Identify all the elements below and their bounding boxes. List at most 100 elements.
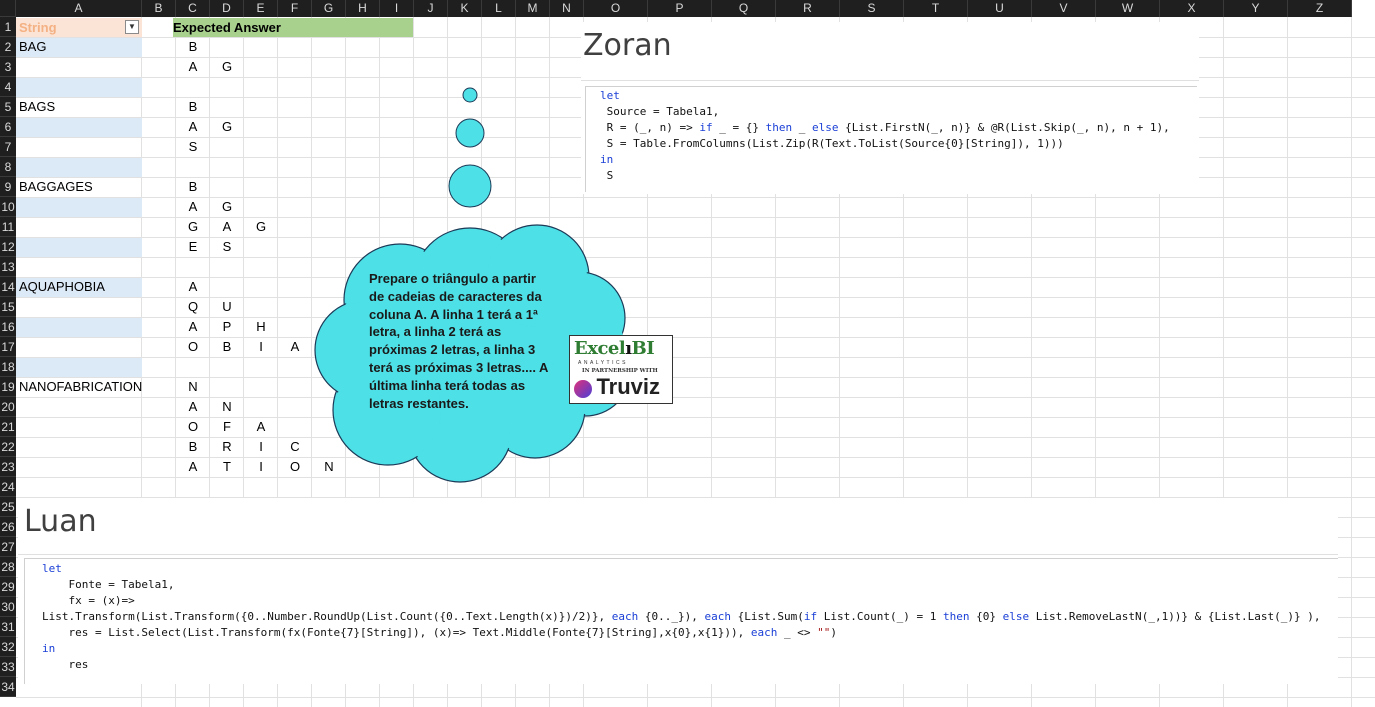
expected-letter-cell[interactable]: T xyxy=(210,457,244,477)
luan-code-block[interactable]: let Fonte = Tabela1, fx = (x)=> List.Tran… xyxy=(24,558,1338,684)
expected-letter-cell[interactable]: A xyxy=(176,197,210,217)
expected-letter-cell[interactable]: B xyxy=(176,437,210,457)
row-header-27[interactable]: 27 xyxy=(0,537,16,557)
table-cell-string[interactable]: AQUAPHOBIA xyxy=(19,277,105,297)
column-header-y[interactable]: Y xyxy=(1224,0,1288,17)
row-header-20[interactable]: 20 xyxy=(0,397,16,417)
row-header-3[interactable]: 3 xyxy=(0,57,16,77)
expected-letter-cell[interactable]: G xyxy=(210,117,244,137)
row-header-7[interactable]: 7 xyxy=(0,137,16,157)
expected-letter-cell[interactable]: Q xyxy=(176,297,210,317)
row-header-2[interactable]: 2 xyxy=(0,37,16,57)
expected-letter-cell[interactable]: A xyxy=(176,117,210,137)
expected-letter-cell[interactable]: C xyxy=(278,437,312,457)
column-header-t[interactable]: T xyxy=(904,0,968,17)
column-header-m[interactable]: M xyxy=(516,0,550,17)
column-header-j[interactable]: J xyxy=(414,0,448,17)
column-header-x[interactable]: X xyxy=(1160,0,1224,17)
row-header-14[interactable]: 14 xyxy=(0,277,16,297)
expected-letter-cell[interactable]: A xyxy=(244,417,278,437)
expected-letter-cell[interactable]: N xyxy=(312,457,346,477)
expected-letter-cell[interactable]: B xyxy=(176,37,210,57)
expected-letter-cell[interactable]: P xyxy=(210,317,244,337)
column-header-s[interactable]: S xyxy=(840,0,904,17)
filter-dropdown-icon[interactable]: ▼ xyxy=(125,20,139,34)
expected-letter-cell[interactable]: A xyxy=(176,277,210,297)
expected-letter-cell[interactable]: A xyxy=(278,337,312,357)
column-header-i[interactable]: I xyxy=(380,0,414,17)
column-header-v[interactable]: V xyxy=(1032,0,1096,17)
row-header-4[interactable]: 4 xyxy=(0,77,16,97)
expected-letter-cell[interactable]: G xyxy=(244,217,278,237)
column-header-d[interactable]: D xyxy=(210,0,244,17)
table-header-string[interactable]: String ▼ xyxy=(16,18,142,37)
expected-letter-cell[interactable]: R xyxy=(210,437,244,457)
column-header-h[interactable]: H xyxy=(346,0,380,17)
row-header-10[interactable]: 10 xyxy=(0,197,16,217)
expected-letter-cell[interactable]: O xyxy=(278,457,312,477)
row-header-34[interactable]: 34 xyxy=(0,677,16,697)
expected-letter-cell[interactable]: S xyxy=(176,137,210,157)
table-cell-string[interactable]: BAGS xyxy=(19,97,55,117)
column-header-o[interactable]: O xyxy=(584,0,648,17)
row-header-28[interactable]: 28 xyxy=(0,557,16,577)
expected-letter-cell[interactable]: B xyxy=(210,337,244,357)
column-header-b[interactable]: B xyxy=(142,0,176,17)
row-header-31[interactable]: 31 xyxy=(0,617,16,637)
column-header-u[interactable]: U xyxy=(968,0,1032,17)
row-header-9[interactable]: 9 xyxy=(0,177,16,197)
expected-letter-cell[interactable]: N xyxy=(176,377,210,397)
expected-letter-cell[interactable]: G xyxy=(210,57,244,77)
column-header-l[interactable]: L xyxy=(482,0,516,17)
expected-letter-cell[interactable]: I xyxy=(244,337,278,357)
row-header-15[interactable]: 15 xyxy=(0,297,16,317)
row-header-23[interactable]: 23 xyxy=(0,457,16,477)
expected-letter-cell[interactable]: I xyxy=(244,457,278,477)
row-header-13[interactable]: 13 xyxy=(0,257,16,277)
row-header-18[interactable]: 18 xyxy=(0,357,16,377)
row-header-24[interactable]: 24 xyxy=(0,477,16,497)
expected-letter-cell[interactable]: O xyxy=(176,417,210,437)
expected-letter-cell[interactable]: S xyxy=(210,237,244,257)
table-cell-string[interactable]: NANOFABRICATION xyxy=(19,377,142,397)
expected-letter-cell[interactable]: E xyxy=(176,237,210,257)
expected-letter-cell[interactable]: B xyxy=(176,177,210,197)
column-header-w[interactable]: W xyxy=(1096,0,1160,17)
zoran-code-block[interactable]: let Source = Tabela1, R = (_, n) => if _… xyxy=(585,86,1197,192)
row-header-21[interactable]: 21 xyxy=(0,417,16,437)
row-header-26[interactable]: 26 xyxy=(0,517,16,537)
row-header-12[interactable]: 12 xyxy=(0,237,16,257)
row-header-32[interactable]: 32 xyxy=(0,637,16,657)
row-header-33[interactable]: 33 xyxy=(0,657,16,677)
row-header-22[interactable]: 22 xyxy=(0,437,16,457)
column-header-p[interactable]: P xyxy=(648,0,712,17)
expected-letter-cell[interactable]: B xyxy=(176,97,210,117)
expected-letter-cell[interactable]: A xyxy=(176,457,210,477)
column-header-r[interactable]: R xyxy=(776,0,840,17)
row-header-19[interactable]: 19 xyxy=(0,377,16,397)
expected-letter-cell[interactable]: F xyxy=(210,417,244,437)
select-all-corner[interactable] xyxy=(0,0,16,17)
column-header-k[interactable]: K xyxy=(448,0,482,17)
row-header-5[interactable]: 5 xyxy=(0,97,16,117)
expected-letter-cell[interactable]: G xyxy=(210,197,244,217)
expected-letter-cell[interactable]: H xyxy=(244,317,278,337)
column-header-q[interactable]: Q xyxy=(712,0,776,17)
column-header-c[interactable]: C xyxy=(176,0,210,17)
row-header-11[interactable]: 11 xyxy=(0,217,16,237)
column-header-e[interactable]: E xyxy=(244,0,278,17)
expected-letter-cell[interactable]: U xyxy=(210,297,244,317)
expected-letter-cell[interactable]: I xyxy=(244,437,278,457)
column-header-f[interactable]: F xyxy=(278,0,312,17)
row-header-1[interactable]: 1 xyxy=(0,17,16,37)
expected-letter-cell[interactable]: A xyxy=(210,217,244,237)
expected-letter-cell[interactable]: A xyxy=(176,317,210,337)
column-header-z[interactable]: Z xyxy=(1288,0,1352,17)
row-header-17[interactable]: 17 xyxy=(0,337,16,357)
expected-letter-cell[interactable]: A xyxy=(176,397,210,417)
expected-letter-cell[interactable]: A xyxy=(176,57,210,77)
row-header-6[interactable]: 6 xyxy=(0,117,16,137)
row-header-29[interactable]: 29 xyxy=(0,577,16,597)
row-header-8[interactable]: 8 xyxy=(0,157,16,177)
column-header-g[interactable]: G xyxy=(312,0,346,17)
